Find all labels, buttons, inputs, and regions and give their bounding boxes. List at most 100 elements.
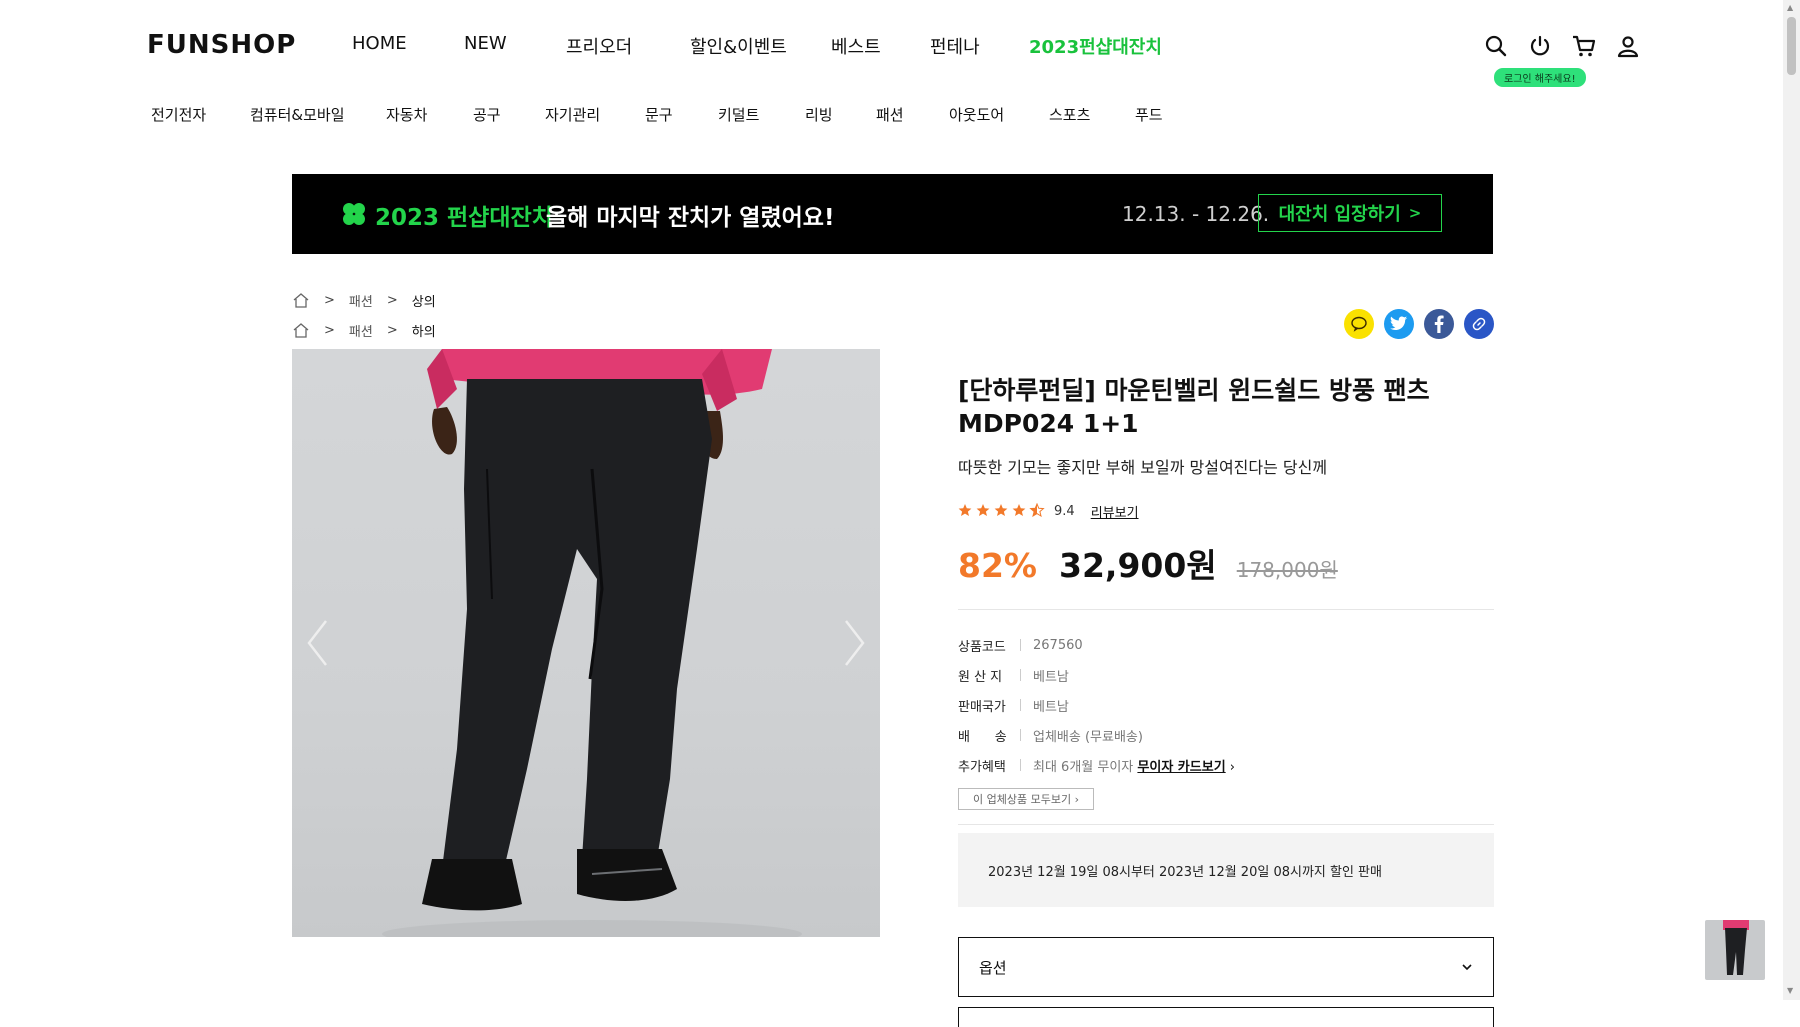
chevron-right-icon: › <box>1074 793 1079 806</box>
thumbnail-illustration <box>1723 920 1749 975</box>
spec-row-country: 판매국가 베트남 <box>958 690 1494 720</box>
banner-title-white: 올해 마지막 잔치가 열렸어요! <box>546 205 835 231</box>
spec-key: 상품코드 <box>958 639 1006 655</box>
user-icon[interactable] <box>1615 33 1641 59</box>
spec-table: 상품코드 267560 원 산 지 베트남 판매국가 베트남 배 송 업체배송 (무료배… <box>958 630 1494 780</box>
festival-banner[interactable]: 2023 펀샵대잔치 올해 마지막 잔치가 열렸어요! 12.13. - 12.… <box>292 174 1493 254</box>
category-outdoor[interactable]: 아웃도어 <box>949 104 1049 125</box>
nav-funtena[interactable]: 펀테나 <box>930 33 1029 59</box>
scroll-thumb[interactable] <box>1787 17 1796 75</box>
spec-value: 최대 6개월 무이자 무이자 카드보기 › <box>1033 756 1235 775</box>
breadcrumb-separator: > <box>386 293 398 308</box>
spec-row-benefit: 추가혜택 최대 6개월 무이자 무이자 카드보기 › <box>958 750 1494 780</box>
breadcrumb-separator: > <box>324 323 335 338</box>
category-fashion[interactable]: 패션 <box>876 104 949 125</box>
breadcrumb-level2[interactable]: 상의 <box>412 291 436 310</box>
share-buttons <box>1344 309 1494 339</box>
recent-product-thumbnail[interactable] <box>1705 920 1765 980</box>
home-icon[interactable] <box>292 322 310 339</box>
cart-icon[interactable] <box>1571 33 1597 59</box>
category-tools[interactable]: 공구 <box>473 104 545 125</box>
chevron-down-icon <box>1462 964 1472 971</box>
sale-price: 32,900원 <box>1059 546 1217 585</box>
spec-bar <box>1020 699 1021 711</box>
breadcrumb-level1[interactable]: 패션 <box>349 321 373 340</box>
spec-key: 추가혜택 <box>958 759 1006 775</box>
spec-value-text: 최대 6개월 무이자 <box>1033 759 1134 775</box>
product-name: [단하루펀딜] 마운틴벨리 윈드쉴드 방풍 팬츠 MDP024 1+1 <box>958 376 1430 438</box>
spec-key: 배 송 <box>958 729 1007 745</box>
festival-enter-label: 대잔치 입장하기 <box>1278 204 1401 225</box>
price-block: 82% 32,900원 178,000원 <box>958 539 1494 587</box>
breadcrumb-level2[interactable]: 하의 <box>412 321 436 340</box>
nav-best[interactable]: 베스트 <box>831 33 930 59</box>
login-badge[interactable]: 로그인 해주세요! <box>1494 68 1586 87</box>
category-stationery[interactable]: 문구 <box>645 104 718 125</box>
spec-key: 판매국가 <box>958 699 1006 715</box>
scroll-down-icon[interactable]: ▼ <box>1787 986 1793 995</box>
product-subtitle: 따뜻한 기모는 좋지만 부해 보일까 망설여진다는 당신께 <box>958 458 1328 477</box>
category-sports[interactable]: 스포츠 <box>1049 104 1135 125</box>
breadcrumb: > 패션 > 상의 <box>292 291 436 310</box>
spec-bar <box>1020 639 1021 651</box>
discount-rate: 82% <box>958 546 1037 585</box>
category-computer-mobile[interactable]: 컴퓨터&모바일 <box>250 104 386 125</box>
spec-value: 베트남 <box>1033 669 1069 685</box>
category-car[interactable]: 자동차 <box>386 104 473 125</box>
category-food[interactable]: 푸드 <box>1135 104 1163 125</box>
breadcrumb-level1[interactable]: 패션 <box>349 291 373 310</box>
star-rating-icon <box>958 502 1048 521</box>
nav-sale-event[interactable]: 할인&이벤트 <box>690 33 831 59</box>
clover-icon <box>343 203 365 225</box>
spec-row-code: 상품코드 267560 <box>958 630 1494 660</box>
sale-period-notice: 2023년 12월 19일 08시부터 2023년 12월 20일 08시까지 … <box>958 833 1494 907</box>
facebook-share-icon[interactable] <box>1424 309 1454 339</box>
nav-new[interactable]: NEW <box>464 33 566 59</box>
home-icon[interactable] <box>292 292 310 309</box>
category-living[interactable]: 리빙 <box>805 104 876 125</box>
category-electronics[interactable]: 전기전자 <box>151 104 250 125</box>
category-nav: 전기전자 컴퓨터&모바일 자동차 공구 자기관리 문구 키덜트 리빙 패션 아웃… <box>151 104 1163 125</box>
option-label: 옵션 <box>979 958 1007 977</box>
review-link[interactable]: 리뷰보기 <box>1091 502 1139 521</box>
category-kidult[interactable]: 키덜트 <box>718 104 805 125</box>
nav-2023-festival[interactable]: 2023펀샵대잔치 <box>1029 33 1162 59</box>
category-selfcare[interactable]: 자기관리 <box>545 104 645 125</box>
kakao-share-icon[interactable] <box>1344 309 1374 339</box>
site-header: FUNSHOP HOME NEW 프리오더 할인&이벤트 베스트 펀테나 202… <box>0 0 1780 140</box>
twitter-share-icon[interactable] <box>1384 309 1414 339</box>
spec-value: 267560 <box>1033 637 1083 653</box>
second-option-select[interactable] <box>958 1007 1494 1027</box>
interest-free-card-link[interactable]: 무이자 카드보기 <box>1137 760 1225 775</box>
nav-preorder[interactable]: 프리오더 <box>566 33 690 59</box>
festival-enter-button[interactable]: 대잔치 입장하기 > <box>1258 194 1442 232</box>
divider <box>958 609 1494 610</box>
breadcrumb: > 패션 > 하의 <box>292 321 436 340</box>
seller-all-products-button[interactable]: 이 업체상품 모두보기 › <box>958 788 1094 810</box>
prev-image-arrow[interactable] <box>306 619 328 667</box>
product-info: [단하루펀딜] 마운틴벨리 윈드쉴드 방풍 팬츠 MDP024 1+1 따뜻한 … <box>958 374 1494 1027</box>
power-icon[interactable] <box>1527 33 1553 59</box>
next-image-arrow[interactable] <box>844 619 866 667</box>
rating-score: 9.4 <box>1054 504 1075 519</box>
chevron-right-icon: › <box>1229 759 1235 775</box>
option-select[interactable]: 옵션 <box>958 937 1494 997</box>
product-image <box>292 349 880 937</box>
main-nav: HOME NEW 프리오더 할인&이벤트 베스트 펀테나 2023펀샵대잔치 <box>352 33 1162 59</box>
spec-row-delivery: 배 송 업체배송 (무료배송) <box>958 720 1494 750</box>
original-price: 178,000원 <box>1236 558 1338 582</box>
spec-key: 원 산 지 <box>958 669 1003 685</box>
seller-all-label: 이 업체상품 모두보기 <box>973 793 1072 806</box>
spec-bar <box>1020 729 1021 741</box>
nav-home[interactable]: HOME <box>352 33 464 59</box>
spec-value: 업체배송 (무료배송) <box>1033 729 1143 745</box>
link-copy-icon[interactable] <box>1464 309 1494 339</box>
breadcrumb-separator: > <box>386 323 398 338</box>
banner-date: 12.13. - 12.26. <box>1122 202 1270 226</box>
search-icon[interactable] <box>1483 33 1509 59</box>
page-scrollbar[interactable]: ▲ ▼ <box>1783 0 1800 1000</box>
scroll-up-icon[interactable]: ▲ <box>1787 3 1793 12</box>
breadcrumb-separator: > <box>324 293 335 308</box>
chevron-right-icon: > <box>1408 204 1422 222</box>
funshop-logo[interactable]: FUNSHOP <box>147 30 296 60</box>
